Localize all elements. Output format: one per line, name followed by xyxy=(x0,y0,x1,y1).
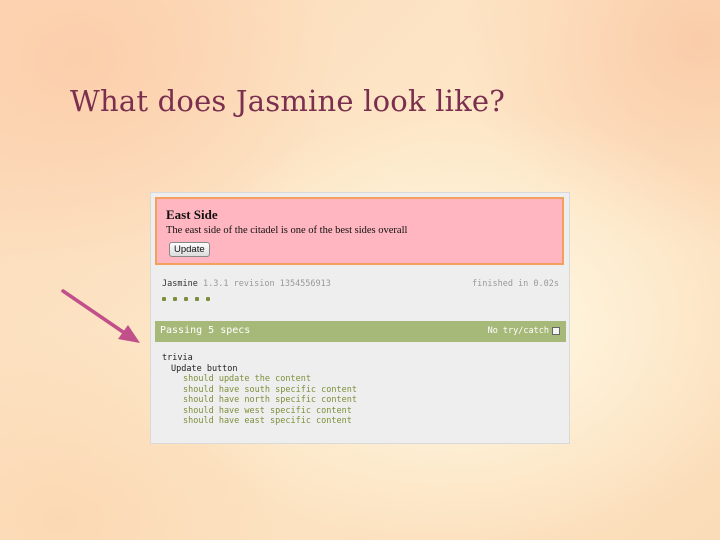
spec-tree: trivia Update button should update the c… xyxy=(162,353,357,427)
passed-dot xyxy=(206,297,210,301)
suite-trivia[interactable]: trivia xyxy=(162,353,357,364)
jasmine-name: Jasmine xyxy=(162,279,198,289)
fixture-heading: East Side xyxy=(166,207,218,222)
spec-result-dots xyxy=(162,297,210,301)
passing-bar: Passing 5 specs No try/catch xyxy=(155,321,566,342)
no-try-catch-toggle[interactable]: No try/catch xyxy=(488,326,560,336)
passed-dot xyxy=(173,297,177,301)
jasmine-version: 1.3.1 revision 1354556913 xyxy=(202,279,331,289)
spec-item[interactable]: should have west specific content xyxy=(162,406,357,417)
no-try-catch-checkbox[interactable] xyxy=(552,327,560,335)
spec-item[interactable]: should have south specific content xyxy=(162,385,357,396)
no-try-catch-label: No try/catch xyxy=(487,326,549,336)
suite-update-button[interactable]: Update button xyxy=(162,364,357,375)
html-fixture: East Side The east side of the citadel i… xyxy=(155,197,564,265)
slide-title: What does Jasmine look like? xyxy=(70,84,505,118)
passed-dot xyxy=(162,297,166,301)
finished-time: finished in 0.02s xyxy=(472,279,559,289)
fixture-text: The east side of the citadel is one of t… xyxy=(166,225,408,236)
spec-item[interactable]: should have east specific content xyxy=(162,416,357,427)
pointer-arrow-icon xyxy=(61,289,140,343)
jasmine-banner: Jasmine 1.3.1 revision 1354556913 xyxy=(162,279,331,289)
spec-item[interactable]: should update the content xyxy=(162,374,357,385)
passing-summary: Passing 5 specs xyxy=(160,325,251,336)
jasmine-screenshot: East Side The east side of the citadel i… xyxy=(150,192,570,444)
passed-dot xyxy=(195,297,199,301)
update-button[interactable]: Update xyxy=(169,242,210,257)
spec-item[interactable]: should have north specific content xyxy=(162,395,357,406)
passed-dot xyxy=(184,297,188,301)
